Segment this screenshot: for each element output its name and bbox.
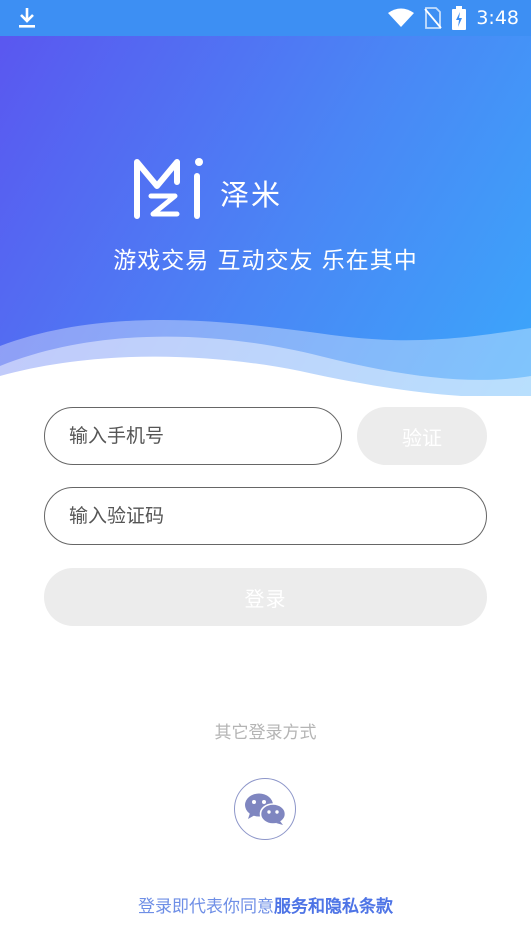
other-login-label: 其它登录方式 <box>214 723 317 743</box>
wechat-login-button[interactable] <box>234 778 296 840</box>
wifi-icon <box>388 8 415 27</box>
terms-link[interactable]: 服务和隐私条款 <box>274 897 393 917</box>
status-bar: 3:48 <box>0 0 531 36</box>
battery-charging-icon <box>452 6 467 30</box>
code-input[interactable] <box>67 504 486 528</box>
app-logo-icon <box>134 158 203 219</box>
terms-prefix: 登录即代表你同意 <box>138 897 274 917</box>
wave-decoration <box>0 320 531 396</box>
wechat-icon <box>245 793 287 825</box>
hero-banner: 泽米 游戏交易 互动交友 乐在其中 <box>0 36 531 396</box>
app-name: 泽米 <box>220 178 283 212</box>
app-slogan: 游戏交易 互动交友 乐在其中 <box>113 248 418 274</box>
login-button[interactable]: 登录 <box>44 568 487 626</box>
verify-button[interactable]: 验证 <box>357 407 487 465</box>
no-sim-icon <box>424 7 443 29</box>
phone-input[interactable] <box>67 424 341 448</box>
status-time: 3:48 <box>476 7 519 29</box>
code-field[interactable] <box>44 487 487 545</box>
download-icon <box>19 8 35 28</box>
phone-field[interactable] <box>44 407 342 465</box>
terms-notice: 登录即代表你同意服务和隐私条款 <box>0 892 531 917</box>
